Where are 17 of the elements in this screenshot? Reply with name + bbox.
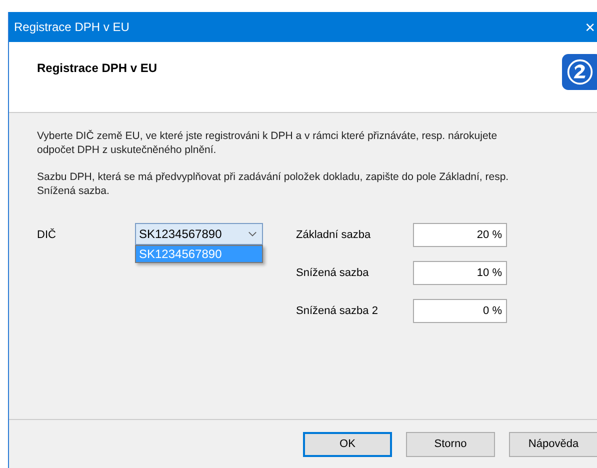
- instruction-text: Vyberte DIČ země EU, ve které jste registrováni k DPH a v rámci které přiznáváte, resp. nárokujete odpočet DPH z uskutečněného plnění.: [37, 129, 498, 157]
- close-button[interactable]: ×: [585, 18, 595, 36]
- dic-dropdown[interactable]: SK1234567890: [135, 223, 263, 245]
- dialog-button[interactable]: Nápověda: [509, 432, 597, 456]
- field-label: DIČ: [37, 227, 57, 243]
- rate-input-field[interactable]: 20 %: [413, 223, 507, 247]
- field-label: Snížená sazba: [296, 267, 370, 279]
- rate-input-field[interactable]: 10 %: [413, 261, 507, 285]
- dialog-button[interactable]: Storno: [406, 432, 495, 456]
- header-title: Registrace DPH v EU: [37, 61, 158, 75]
- field-label: Základní sazba: [296, 229, 372, 241]
- field-label: Snížená sazba 2: [296, 305, 379, 317]
- dialog-button[interactable]: OK: [303, 432, 392, 456]
- chevron-down-icon: [248, 231, 257, 237]
- instruction-text: Sazbu DPH, která se má předvyplňovat při zadávání položek dokladu, zapište do pole Základní, resp. Snížená sazba.: [37, 170, 510, 198]
- window-title: Registrace DPH v EU: [13, 20, 130, 34]
- rate-input-field[interactable]: 0 %: [413, 299, 507, 323]
